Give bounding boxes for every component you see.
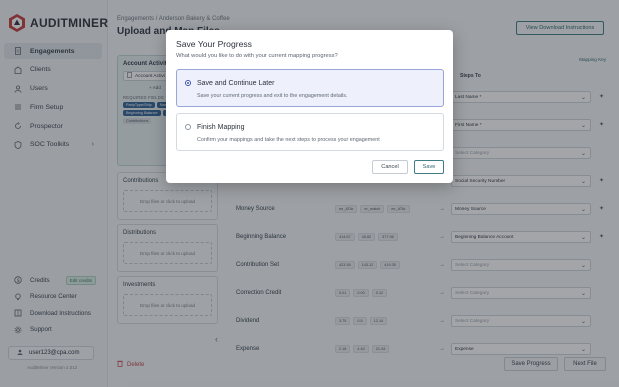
option-description: Save your current progress and exit to t… xyxy=(197,93,348,99)
radio-unselected[interactable] xyxy=(185,124,191,130)
option-title: Finish Mapping xyxy=(197,124,245,131)
radio-selected[interactable] xyxy=(185,80,191,86)
save-button[interactable]: Save xyxy=(414,160,444,174)
option-save-and-continue-later[interactable]: Save and Continue Later Save your curren… xyxy=(176,69,444,107)
dialog-title: Save Your Progress xyxy=(176,39,252,49)
save-progress-dialog: Save Your Progress What would you like t… xyxy=(166,30,453,183)
option-finish-mapping[interactable]: Finish Mapping Confirm your mappings and… xyxy=(176,113,444,151)
dialog-subtitle: What would you like to do with your curr… xyxy=(176,53,338,59)
option-title: Save and Continue Later xyxy=(197,80,275,87)
cancel-button[interactable]: Cancel xyxy=(372,160,408,174)
option-description: Confirm your mappings and take the next … xyxy=(197,137,380,143)
